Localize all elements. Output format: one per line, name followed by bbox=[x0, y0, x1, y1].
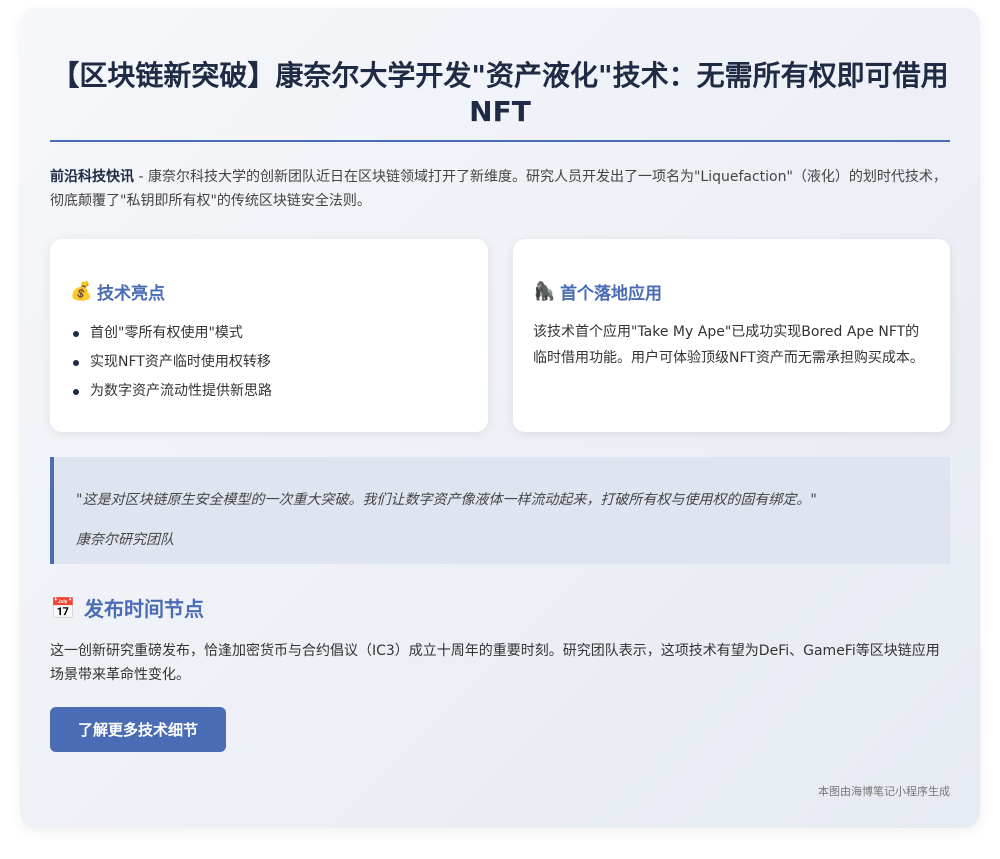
learn-more-button[interactable]: 了解更多技术细节 bbox=[50, 707, 226, 752]
timeline-title: 发布时间节点 bbox=[84, 597, 204, 621]
page-title: 【区块链新突破】康奈尔大学开发"资产液化"技术：无需所有权即可借用NFT bbox=[51, 59, 949, 128]
highlights-title-row: 💰 技术亮点 bbox=[70, 279, 165, 305]
list-item: 为数字资产流动性提供新思路 bbox=[70, 377, 272, 406]
application-text: 该技术首个应用"Take My Ape"已成功实现Bored Ape NFT的临… bbox=[533, 324, 924, 366]
highlights-list: 首创"零所有权使用"模式 实现NFT资产临时使用权转移 为数字资产流动性提供新思… bbox=[70, 319, 272, 406]
title-divider bbox=[50, 140, 950, 142]
quote-block: "这是对区块链原生安全模型的一次重大突破。我们让数字资产像液体一样流动起来，打破… bbox=[50, 457, 950, 564]
money-bag-icon: 💰 bbox=[70, 280, 93, 302]
intro-paragraph: 前沿科技快讯 - 康奈尔科技大学的创新团队近日在区块链领域打开了新维度。研究人员… bbox=[50, 165, 950, 213]
intro-lead: 前沿科技快讯 bbox=[50, 169, 134, 185]
list-item: 首创"零所有权使用"模式 bbox=[70, 319, 272, 348]
highlights-card: 💰 技术亮点 首创"零所有权使用"模式 实现NFT资产临时使用权转移 为数字资产… bbox=[50, 239, 488, 432]
application-title-row: 🦍 首个落地应用 bbox=[533, 279, 662, 305]
quote-author: 康奈尔研究团队 bbox=[76, 532, 174, 548]
intro-text: - 康奈尔科技大学的创新团队近日在区块链领域打开了新维度。研究人员开发出了一项名… bbox=[50, 169, 947, 209]
highlights-title: 技术亮点 bbox=[97, 284, 165, 304]
article-card: 【区块链新突破】康奈尔大学开发"资产液化"技术：无需所有权即可借用NFT 前沿科… bbox=[20, 8, 980, 828]
quote-text: "这是对区块链原生安全模型的一次重大突破。我们让数字资产像液体一样流动起来，打破… bbox=[76, 492, 817, 508]
footer-credit: 本图由海博笔记小程序生成 bbox=[818, 785, 950, 798]
timeline-text: 这一创新研究重磅发布，恰逢加密货币与合约倡议（IC3）成立十周年的重要时刻。研究… bbox=[50, 643, 940, 683]
list-item: 实现NFT资产临时使用权转移 bbox=[70, 348, 272, 377]
timeline-title-row: 📅 发布时间节点 bbox=[50, 593, 204, 622]
application-card: 🦍 首个落地应用 该技术首个应用"Take My Ape"已成功实现Bored … bbox=[513, 239, 950, 432]
gorilla-icon: 🦍 bbox=[533, 280, 556, 302]
calendar-icon: 📅 bbox=[50, 595, 76, 620]
application-title: 首个落地应用 bbox=[560, 284, 662, 304]
